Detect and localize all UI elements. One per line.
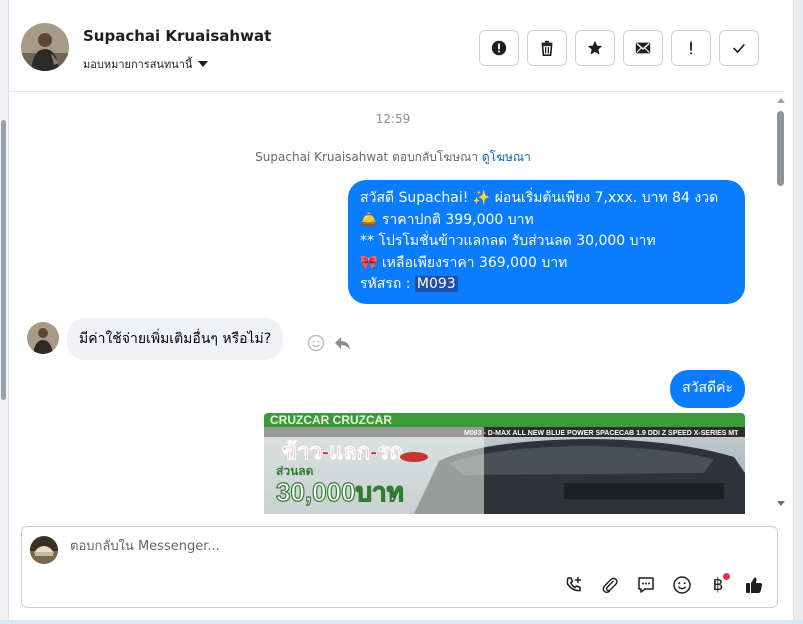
page-avatar	[30, 536, 58, 564]
view-ad-link[interactable]: ดูโฆษณา	[482, 150, 531, 164]
caret-down-icon	[198, 61, 209, 67]
outgoing-message[interactable]: สวัสดี Supachai! ✨ ผ่อนเริ่มต้นเพียง 7,x…	[348, 180, 745, 304]
left-scrollbar[interactable]	[1, 120, 6, 400]
baht-icon: ฿	[712, 575, 724, 595]
incoming-message[interactable]: มีค่าใช้จ่ายเพิ่มเติมอื่นๆ หรือไม่?	[67, 318, 284, 360]
scrollbar-thumb[interactable]	[777, 111, 784, 186]
contact-avatar[interactable]	[21, 23, 69, 71]
message-thread[interactable]: 12:59 Supachai Kruaisahwat ตอบกลับโฆษณา …	[9, 93, 777, 514]
like-button[interactable]	[741, 572, 767, 598]
notification-dot	[723, 573, 730, 580]
scroll-up-arrow-icon[interactable]	[777, 98, 785, 103]
exclamation-icon	[690, 41, 692, 55]
attachment-button[interactable]	[597, 572, 623, 598]
done-button[interactable]	[719, 30, 759, 66]
thumbs-up-icon	[746, 577, 763, 593]
page-edge-right	[794, 0, 803, 624]
scroll-down-arrow-icon[interactable]	[777, 501, 785, 506]
reply-arrow-icon[interactable]	[332, 333, 352, 353]
reply-input[interactable]	[70, 539, 550, 554]
ad-banner-text: CRUZCAR CRUZCAR	[270, 413, 392, 427]
conversation-header: Supachai Kruaisahwat มอบหมายการสนทนานี้	[9, 0, 785, 92]
assign-conversation-dropdown[interactable]: มอบหมายการสนทนานี้	[83, 55, 209, 73]
ad-reply-text: Supachai Kruaisahwat ตอบกลับโฆษณา	[255, 150, 482, 164]
header-actions	[479, 30, 759, 66]
car-code-label: รหัสรถ :	[360, 276, 415, 292]
car-code-highlighted: M093	[414, 276, 458, 292]
message-line: ** โปรโมชั่นข้าวแลกลด รับส่วนลด 30,000 บ…	[360, 233, 656, 249]
emoji-button[interactable]	[669, 572, 695, 598]
sender-avatar[interactable]	[27, 322, 59, 354]
envelope-icon	[635, 42, 651, 54]
saved-reply-button[interactable]	[633, 572, 659, 598]
message-line: 🎀 เหลือเพียงราคา 369,000 บาท	[360, 254, 568, 271]
ad-promo-title: ข้าว-แลก-รถ	[282, 439, 403, 464]
composer-tools: ฿	[561, 572, 767, 598]
assign-label: มอบหมายการสนทนานี้	[83, 58, 193, 71]
alert-circle-icon	[491, 40, 507, 56]
outgoing-message[interactable]: สวัสดีค่ะ	[670, 370, 745, 408]
trash-icon	[541, 40, 553, 57]
contact-name[interactable]: Supachai Kruaisahwat	[83, 27, 271, 45]
ad-promo-sub: ส่วนลด	[276, 464, 314, 478]
spam-button[interactable]	[479, 30, 519, 66]
star-icon	[587, 40, 603, 55]
message-timestamp: 12:59	[375, 112, 411, 126]
page-bottom-strip	[0, 620, 803, 624]
call-add-button[interactable]	[561, 572, 587, 598]
ad-model-text: M093 - D-MAX ALL NEW BLUE POWER SPACECAB…	[464, 430, 739, 437]
message-bubble-icon	[638, 577, 654, 593]
reply-composer: ฿	[21, 526, 778, 608]
message-line: สวัสดี Supachai! ✨ ผ่อนเริ่มต้นเพียง 7,x…	[360, 190, 719, 206]
smiley-react-icon[interactable]	[306, 333, 326, 353]
payment-button[interactable]: ฿	[705, 572, 731, 598]
message-line: รหัสรถ : M093	[360, 274, 733, 296]
message-line: 🛎️ ราคาปกติ 399,000 บาท	[360, 211, 534, 228]
paperclip-icon	[602, 577, 618, 594]
phone-plus-icon	[566, 577, 581, 592]
smiley-icon	[673, 576, 691, 594]
star-button[interactable]	[575, 30, 615, 66]
follow-up-button[interactable]	[671, 30, 711, 66]
car-ad-image[interactable]: M093 - D-MAX ALL NEW BLUE POWER SPACECAB…	[264, 413, 745, 514]
mark-unread-button[interactable]	[623, 30, 663, 66]
ad-promo-amount: 30,000บาท	[276, 477, 404, 507]
delete-button[interactable]	[527, 30, 567, 66]
ad-reply-notice: Supachai Kruaisahwat ตอบกลับโฆษณา ดูโฆษณ…	[9, 148, 777, 167]
chat-scrollbar[interactable]	[776, 93, 785, 514]
checkmark-icon	[733, 43, 746, 54]
